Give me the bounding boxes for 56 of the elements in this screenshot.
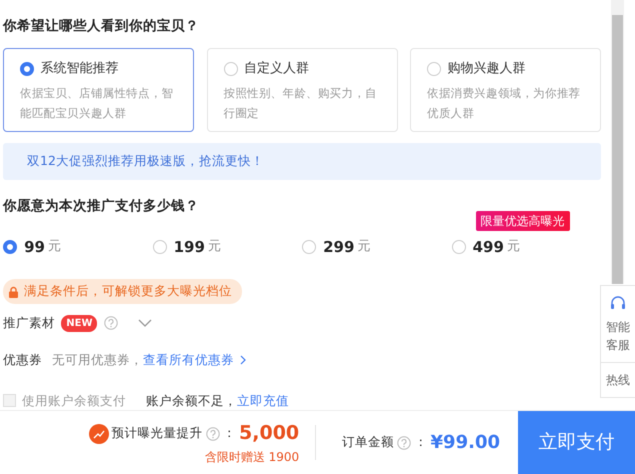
price-amount: 99: [24, 236, 45, 258]
price-unit: 元: [208, 238, 222, 256]
radio-button[interactable]: [427, 62, 441, 76]
price-unit: 元: [48, 238, 62, 256]
exposure-value: 5,000: [239, 421, 300, 446]
promo-tag: 限量优选高曝光: [476, 210, 570, 231]
help-icon: [104, 316, 118, 330]
headset-icon: [609, 294, 627, 312]
audience-card[interactable]: 购物兴趣人群 依据消费兴趣领域，为你推荐优质人群: [410, 48, 601, 132]
pay-button[interactable]: 立即支付: [518, 411, 635, 474]
lock-icon: [8, 286, 19, 298]
chart-icon: [88, 424, 109, 444]
colon-text: ：: [222, 424, 236, 442]
checkbox-label: 使用账户余额支付: [22, 392, 126, 410]
radio-button[interactable]: [20, 62, 34, 76]
order-amount: ¥99.00: [430, 431, 500, 455]
coupon-status: 无可用优惠券，: [52, 350, 143, 369]
side-panel-item[interactable]: 热线: [606, 371, 630, 389]
order-label: 订单金额: [342, 433, 394, 452]
scrollbar-thumb[interactable]: [612, 15, 623, 284]
option-label: 系统智能推荐: [40, 60, 118, 78]
section-title: 你希望让哪些人看到你的宝贝？: [3, 17, 200, 36]
option-description: 依据消费兴趣领域，为你推荐优质人群: [427, 84, 582, 122]
new-badge: NEW: [61, 314, 98, 332]
bonus-text: 含限时赠送 1900: [204, 448, 300, 466]
price-amount: 299: [323, 236, 354, 258]
field-label: 推广素材: [3, 314, 55, 332]
balance-notice: 账户余额不足，: [146, 392, 237, 410]
audience-card[interactable]: 系统智能推荐 依据宝贝、店铺属性特点，智能匹配宝贝兴趣人群: [3, 48, 194, 132]
price-unit: 元: [507, 238, 520, 256]
radio-button[interactable]: [224, 62, 238, 76]
unlock-notice: 满足条件后，可解锁更多大曝光档位: [3, 279, 242, 304]
exposure-label: 预计曝光量提升: [112, 424, 203, 442]
audience-card[interactable]: 自定义人群 按照性别、年龄、购买力，自行圈定: [206, 48, 398, 132]
option-description: 按照性别、年龄、购买力，自行圈定: [224, 84, 378, 122]
radio-button[interactable]: [3, 240, 17, 254]
price-amount: 199: [174, 236, 205, 258]
radio-button[interactable]: [152, 240, 166, 254]
colon-text: ：: [414, 433, 428, 452]
promo-banner: 双12大促强烈推荐用极速版，抢流更快！: [3, 142, 601, 180]
coupon-link[interactable]: 查看所有优惠券: [143, 350, 234, 370]
radio-button[interactable]: [452, 240, 466, 254]
option-label: 自定义人群: [244, 60, 309, 78]
field-label: 优惠券: [3, 350, 42, 369]
section-title: 你愿意为本次推广支付多少钱？: [3, 196, 200, 216]
price-amount: 499: [472, 236, 504, 258]
help-icon: [206, 426, 220, 440]
scrollbar[interactable]: [611, 0, 624, 284]
radio-button[interactable]: [302, 240, 316, 254]
chevron-right-icon: [239, 355, 247, 366]
help-icon: [397, 436, 412, 450]
side-panel-item[interactable]: 智能客服: [606, 318, 630, 354]
price-unit: 元: [358, 238, 371, 256]
chevron-down-icon[interactable]: [138, 319, 152, 328]
option-label: 购物兴趣人群: [447, 60, 526, 78]
option-description: 依据宝贝、店铺属性特点，智能匹配宝贝兴趣人群: [20, 84, 174, 122]
